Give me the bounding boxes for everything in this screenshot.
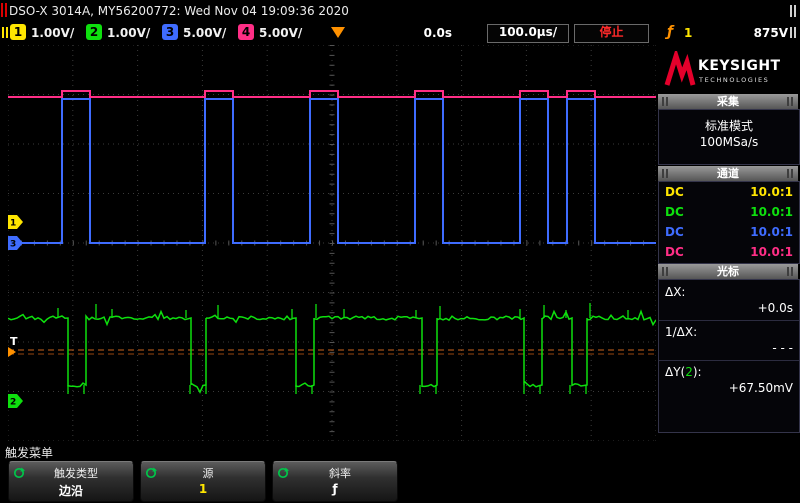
acquisition-title: 采集 — [717, 95, 739, 108]
coupling-label: DC — [665, 182, 684, 202]
channel-3-ground-marker[interactable]: 3 — [8, 236, 23, 250]
svg-text:3: 3 — [10, 240, 16, 250]
probe-ratio: 10.0:1 — [750, 182, 793, 202]
channel-4-info-row: DC 10.0:1 — [659, 242, 799, 262]
brand-name: KEYSIGHT — [698, 58, 781, 74]
dy-label: ΔY(2): — [665, 365, 702, 379]
menu-title: 触发菜单 — [5, 444, 53, 461]
run-state-box[interactable]: 停止 — [574, 24, 649, 43]
grip-icon — [662, 169, 669, 178]
grip-icon — [787, 169, 794, 178]
svg-text:1: 1 — [10, 219, 16, 229]
grip-icon — [787, 97, 794, 106]
channels-header[interactable]: 通道 — [658, 166, 798, 181]
timebase-value: 100.0µs/ — [499, 25, 557, 39]
channel-1-badge[interactable]: 1 — [10, 24, 26, 40]
oscilloscope-ui: DSO-X 3014A, MY56200772: Wed Nov 04 19:0… — [0, 0, 800, 503]
inv-dx-value: - - - — [772, 341, 793, 355]
softkey-trigger-type[interactable]: 触发类型边沿 — [8, 461, 134, 502]
grip-icon — [1, 3, 7, 17]
channel-1-ground-marker[interactable]: 1 — [8, 215, 23, 229]
probe-ratio: 10.0:1 — [750, 222, 793, 242]
channel-3-info-row: DC 10.0:1 — [659, 222, 799, 242]
cursors-title: 光标 — [717, 265, 739, 278]
horizontal-delay[interactable]: 0.0s — [408, 26, 452, 40]
probe-ratio: 10.0:1 — [750, 242, 793, 262]
channel-1-scale[interactable]: 1.00V/ — [31, 26, 74, 40]
acquisition-header[interactable]: 采集 — [658, 94, 798, 109]
channel-2-badge[interactable]: 2 — [86, 24, 102, 40]
softkey-value: 边沿 — [9, 482, 133, 499]
softkey-value: ƒ — [273, 482, 397, 496]
coupling-label: DC — [665, 242, 684, 262]
run-state-value: 停止 — [599, 25, 623, 39]
dy-value: +67.50mV — [729, 381, 793, 395]
channel-2-scale[interactable]: 1.00V/ — [107, 26, 150, 40]
softkey-source[interactable]: 源1 — [140, 461, 266, 502]
dx-label: ΔX: — [665, 285, 685, 299]
grip-icon — [790, 5, 796, 17]
channels-panel: DC 10.0:1 DC 10.0:1 DC 10.0:1 DC 10.0:1 — [658, 181, 800, 264]
grip-icon — [662, 97, 669, 106]
cursors-panel: ΔX: +0.0s 1/ΔX: - - - ΔY(2): +67.50mV — [658, 279, 800, 433]
softkey-label: 触发类型 — [23, 465, 129, 481]
divider — [659, 320, 799, 321]
grip-icon — [790, 27, 796, 38]
scope-svg[interactable]: 1 3 2 T — [8, 45, 656, 441]
channel-4-badge[interactable]: 4 — [238, 24, 254, 40]
channels-title: 通道 — [717, 167, 739, 180]
softkey-slope[interactable]: 斜率ƒ — [272, 461, 398, 502]
channel-2-info-row: DC 10.0:1 — [659, 202, 799, 222]
coupling-label: DC — [665, 222, 684, 242]
trigger-position-marker[interactable] — [331, 27, 345, 38]
waveform-display[interactable]: 1 3 2 T — [8, 45, 656, 441]
channel-3-scale[interactable]: 5.00V/ — [183, 26, 226, 40]
trigger-t-label: T — [10, 335, 18, 348]
channel-3-badge[interactable]: 3 — [162, 24, 178, 40]
trigger-source[interactable]: 1 — [684, 26, 692, 40]
timebase-box[interactable]: 100.0µs/ — [487, 24, 569, 43]
channel-4-scale[interactable]: 5.00V/ — [259, 26, 302, 40]
svg-text:2: 2 — [10, 398, 16, 408]
coupling-label: DC — [665, 202, 684, 222]
channel-1-info-row: DC 10.0:1 — [659, 182, 799, 202]
cursors-header[interactable]: 光标 — [658, 264, 798, 279]
grip-icon — [662, 267, 669, 276]
brand-subtitle: TECHNOLOGIES — [699, 76, 769, 84]
trigger-level[interactable]: 875V — [712, 26, 788, 40]
inv-dx-label: 1/ΔX: — [665, 325, 697, 339]
window-title: DSO-X 3014A, MY56200772: Wed Nov 04 19:0… — [9, 4, 349, 18]
sidebar: KEYSIGHT TECHNOLOGIES 采集 标准模式 100MSa/s 通… — [658, 45, 798, 441]
acquisition-mode: 标准模式 — [659, 117, 799, 134]
softkey-value: 1 — [141, 482, 265, 496]
grip-icon — [787, 267, 794, 276]
probe-ratio: 10.0:1 — [750, 202, 793, 222]
channel-2-ground-marker[interactable]: 2 — [8, 394, 23, 408]
dx-value: +0.0s — [758, 301, 793, 315]
sample-rate: 100MSa/s — [659, 135, 799, 149]
trigger-slope-icon[interactable]: ƒ — [667, 24, 673, 40]
divider — [659, 360, 799, 361]
softkey-label: 斜率 — [287, 465, 393, 481]
acquisition-panel: 标准模式 100MSa/s — [658, 109, 800, 165]
trigger-level-marker[interactable] — [8, 347, 16, 357]
keysight-logo-icon — [664, 51, 696, 89]
grip-icon — [2, 27, 8, 38]
softkey-label: 源 — [155, 465, 261, 481]
